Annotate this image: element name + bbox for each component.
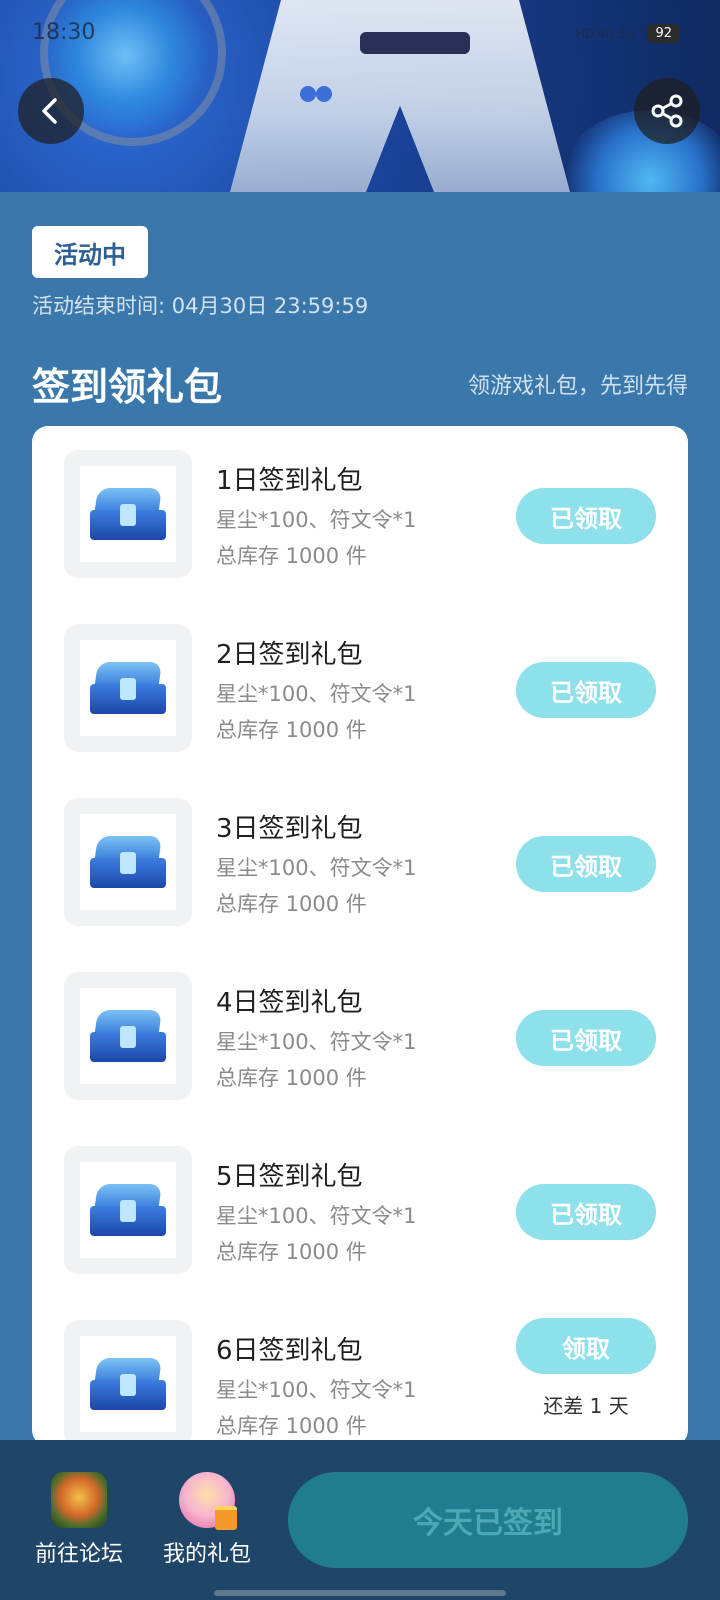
gift-list-card: 1日签到礼包 星尘*100、符文令*1 总库存 1000 件 已领取 2日签到礼… bbox=[32, 426, 688, 1446]
gift-stock: 总库存 1000 件 bbox=[216, 544, 367, 568]
treasure-chest-icon bbox=[90, 662, 166, 714]
gift-title: 5日签到礼包 bbox=[216, 1162, 363, 1192]
gift-row: 6日签到礼包 星尘*100、符文令*1 总库存 1000 件 领取 还差 1 天 bbox=[32, 1296, 688, 1446]
gift-row: 5日签到礼包 星尘*100、符文令*1 总库存 1000 件 已领取 bbox=[32, 1122, 688, 1274]
days-remaining-note: 还差 1 天 bbox=[543, 1394, 629, 1418]
signed-in-today-button[interactable]: 今天已签到 bbox=[288, 1472, 688, 1568]
banner-character-gem bbox=[300, 86, 316, 102]
gift-thumbnail bbox=[64, 972, 192, 1100]
gift-avatar-icon bbox=[179, 1472, 237, 1530]
treasure-chest-icon bbox=[90, 1358, 166, 1410]
claim-button[interactable]: 已领取 bbox=[516, 1184, 656, 1240]
chevron-left-icon bbox=[42, 98, 57, 124]
treasure-chest-icon bbox=[90, 1010, 166, 1062]
my-gifts-nav-label: 我的礼包 bbox=[162, 1542, 251, 1567]
gift-description: 星尘*100、符文令*1 bbox=[216, 1204, 417, 1228]
gift-stock: 总库存 1000 件 bbox=[216, 892, 367, 916]
gift-row: 2日签到礼包 星尘*100、符文令*1 总库存 1000 件 已领取 bbox=[32, 600, 688, 752]
status-time: 18:30 bbox=[32, 20, 96, 45]
gift-stock: 总库存 1000 件 bbox=[216, 1414, 367, 1438]
activity-status-tag: 活动中 bbox=[32, 226, 148, 278]
gift-description: 星尘*100、符文令*1 bbox=[216, 682, 417, 706]
battery-indicator: 92 bbox=[647, 24, 680, 43]
treasure-chest-icon bbox=[90, 1184, 166, 1236]
gift-thumbnail bbox=[64, 624, 192, 752]
share-button[interactable] bbox=[634, 78, 700, 144]
network-indicator: HD 4G 5G bbox=[575, 26, 636, 41]
gift-thumbnail bbox=[64, 798, 192, 926]
status-indicators: HD 4G 5G 92 bbox=[576, 24, 680, 43]
gift-title: 2日签到礼包 bbox=[216, 640, 363, 670]
treasure-chest-icon bbox=[90, 488, 166, 540]
forum-nav-label: 前往论坛 bbox=[34, 1542, 123, 1567]
game-forum-icon bbox=[51, 1472, 107, 1528]
back-button[interactable] bbox=[18, 78, 84, 144]
forum-nav-button[interactable]: 前往论坛 bbox=[24, 1472, 134, 1568]
gift-thumbnail bbox=[64, 450, 192, 578]
gift-title: 1日签到礼包 bbox=[216, 466, 363, 496]
home-indicator bbox=[214, 1590, 506, 1596]
section-subtitle: 领游戏礼包，先到先得 bbox=[467, 374, 688, 399]
gift-description: 星尘*100、符文令*1 bbox=[216, 508, 417, 532]
claim-button[interactable]: 已领取 bbox=[516, 836, 656, 892]
gift-thumbnail bbox=[64, 1320, 192, 1446]
status-bar: 18:30 HD 4G 5G 92 bbox=[0, 0, 720, 70]
gift-row: 3日签到礼包 星尘*100、符文令*1 总库存 1000 件 已领取 bbox=[32, 774, 688, 926]
gift-thumbnail bbox=[64, 1146, 192, 1274]
gift-stock: 总库存 1000 件 bbox=[216, 1066, 367, 1090]
activity-end-time: 活动结束时间: 04月30日 23:59:59 bbox=[32, 294, 369, 318]
claim-button[interactable]: 已领取 bbox=[516, 488, 656, 544]
claim-button[interactable]: 领取 bbox=[516, 1318, 656, 1374]
gift-title: 3日签到礼包 bbox=[216, 814, 363, 844]
gift-stock: 总库存 1000 件 bbox=[216, 1240, 367, 1264]
share-icon bbox=[651, 94, 683, 128]
gift-description: 星尘*100、符文令*1 bbox=[216, 1378, 417, 1402]
claim-button[interactable]: 已领取 bbox=[516, 1010, 656, 1066]
my-gifts-nav-button[interactable]: 我的礼包 bbox=[152, 1472, 262, 1568]
gift-stock: 总库存 1000 件 bbox=[216, 718, 367, 742]
treasure-chest-icon bbox=[90, 836, 166, 888]
claim-button[interactable]: 已领取 bbox=[516, 662, 656, 718]
gift-description: 星尘*100、符文令*1 bbox=[216, 856, 417, 880]
gift-title: 4日签到礼包 bbox=[216, 988, 363, 1018]
gift-title: 6日签到礼包 bbox=[216, 1336, 363, 1366]
gift-description: 星尘*100、符文令*1 bbox=[216, 1030, 417, 1054]
section-title: 签到领礼包 bbox=[32, 365, 223, 409]
gift-row: 4日签到礼包 星尘*100、符文令*1 总库存 1000 件 已领取 bbox=[32, 948, 688, 1100]
gift-row: 1日签到礼包 星尘*100、符文令*1 总库存 1000 件 已领取 bbox=[32, 426, 688, 578]
